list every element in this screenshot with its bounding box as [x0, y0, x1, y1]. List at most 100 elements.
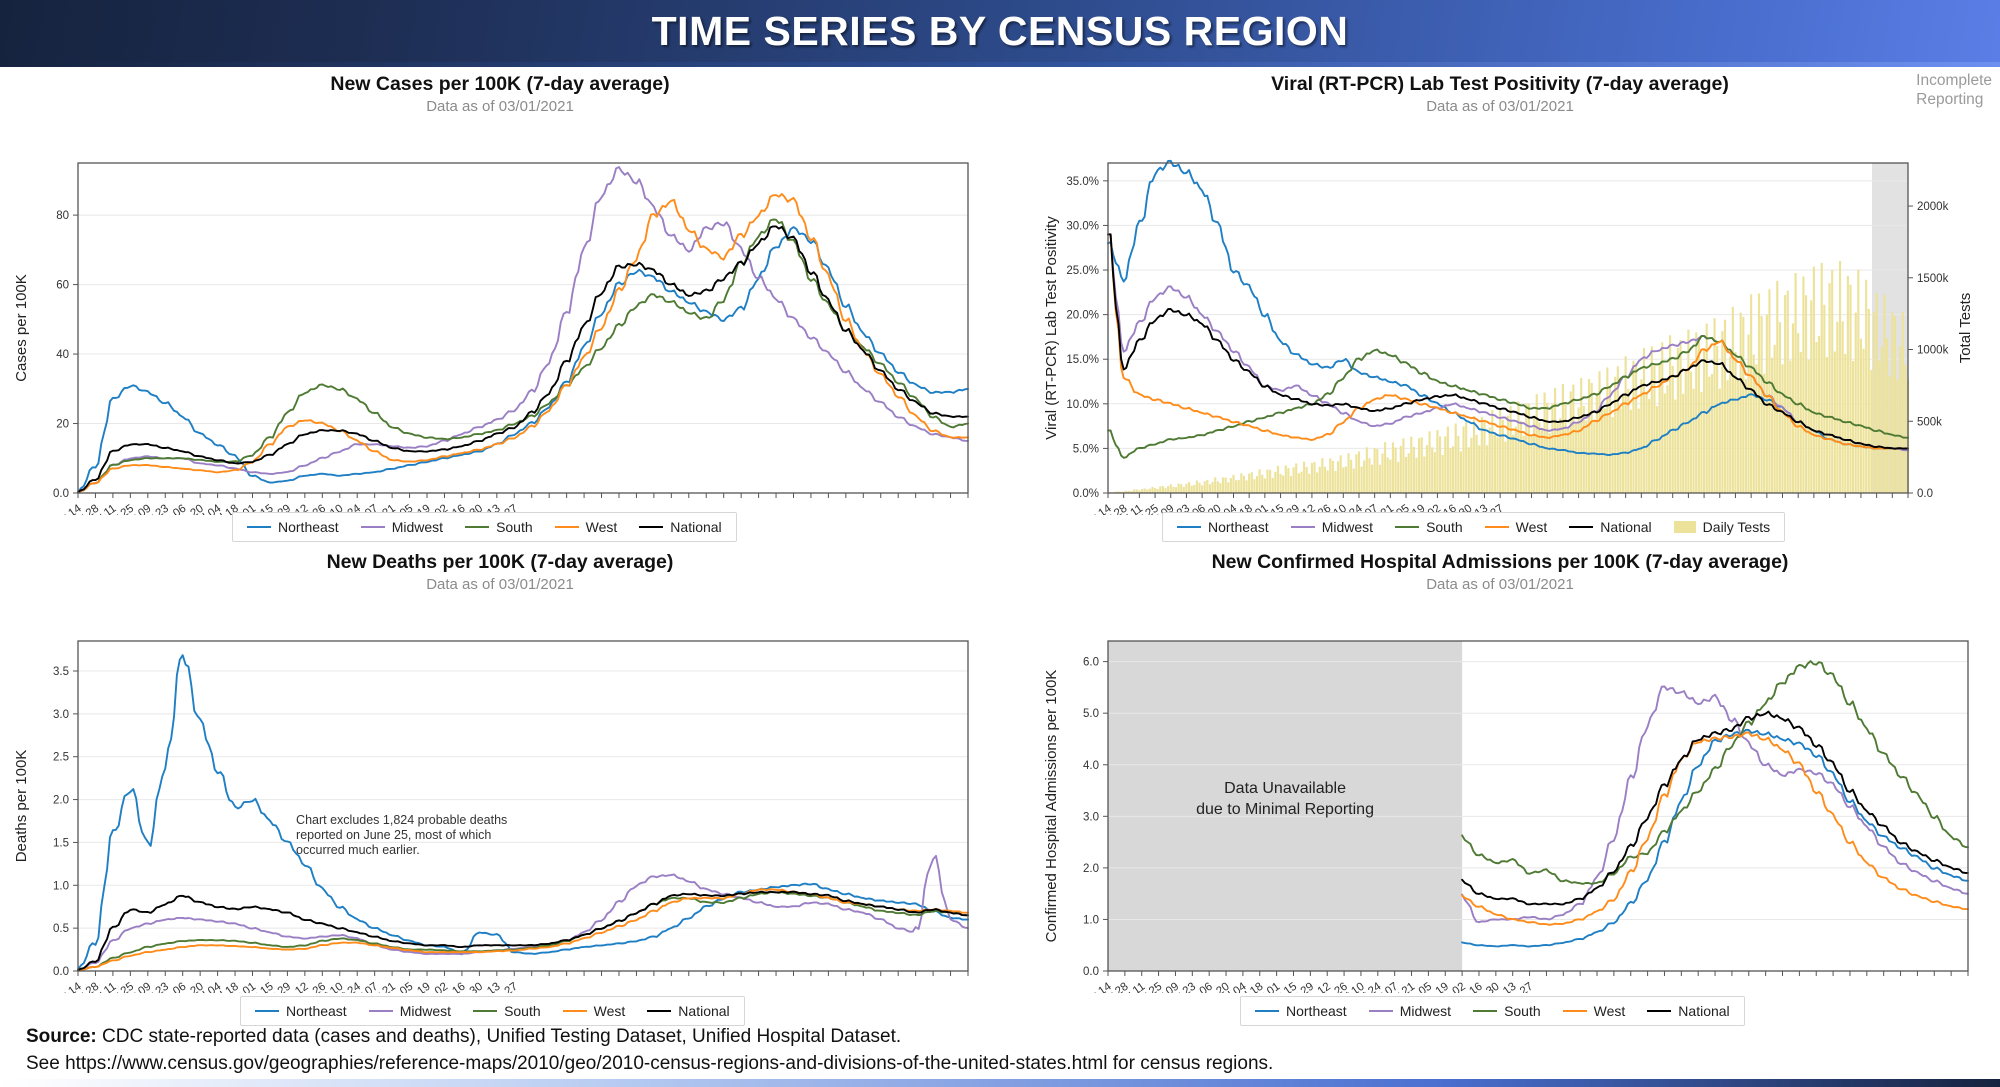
legend-item-midwest[interactable]: Midwest — [1368, 1003, 1451, 1019]
daily-tests-bar — [1470, 438, 1473, 494]
legend-label: West — [1515, 519, 1548, 535]
legend-item-south[interactable]: South — [465, 519, 533, 535]
legend-item-west[interactable]: West — [1484, 519, 1548, 535]
daily-tests-bar — [1237, 480, 1240, 494]
daily-tests-bar — [1297, 473, 1300, 494]
legend-item-national[interactable]: National — [639, 519, 722, 535]
y-tick-label: 35.0% — [1066, 176, 1099, 188]
daily-tests-bar — [1867, 309, 1870, 494]
series-line-national — [77, 891, 969, 972]
legend-item-west[interactable]: West — [1562, 1003, 1626, 1019]
daily-tests-bar — [1846, 276, 1849, 494]
daily-tests-bar — [1300, 472, 1303, 494]
daily-tests-bar — [1412, 447, 1415, 494]
daily-tests-bar — [1522, 436, 1525, 494]
daily-tests-bar — [1454, 423, 1457, 494]
legend-item-midwest[interactable]: Midwest — [360, 519, 443, 535]
source-label: Source: — [26, 1026, 97, 1047]
legend-label: South — [1504, 1003, 1541, 1019]
legend-item-northeast[interactable]: Northeast — [247, 519, 339, 535]
legend-item-daily-tests[interactable]: Daily Tests — [1673, 519, 1770, 535]
footer-divider — [0, 1079, 2000, 1087]
daily-tests-bar — [1642, 348, 1646, 494]
daily-tests-bar — [1752, 354, 1755, 494]
daily-tests-bar — [1221, 477, 1225, 494]
legend-line-icon — [247, 526, 271, 528]
daily-tests-bar — [1825, 357, 1829, 494]
legend-item-northeast[interactable]: Northeast — [255, 1003, 347, 1019]
y-tick-label: 0.0 — [1083, 966, 1099, 978]
chart-legend: Northeast Midwest South West National — [240, 996, 745, 1026]
daily-tests-bar — [1143, 488, 1146, 494]
legend-item-national[interactable]: National — [1569, 519, 1652, 535]
daily-tests-bar — [1849, 285, 1852, 494]
chart-annotation: Chart excludes 1,824 probable deaths — [296, 814, 507, 828]
daily-tests-bar — [1768, 289, 1771, 494]
daily-tests-bar — [1284, 465, 1287, 494]
y-tick-label: 40 — [56, 349, 69, 361]
legend-line-icon — [1255, 1010, 1279, 1012]
legend-item-northeast[interactable]: Northeast — [1255, 1003, 1347, 1019]
daily-tests-bar — [1567, 429, 1570, 494]
daily-tests-bar — [1180, 484, 1183, 494]
legend-label: Northeast — [286, 1003, 347, 1019]
daily-tests-bar — [1650, 346, 1653, 494]
daily-tests-bar — [1397, 462, 1400, 494]
daily-tests-bar — [1514, 427, 1517, 494]
daily-tests-bar — [1373, 448, 1376, 494]
daily-tests-bar — [1501, 420, 1504, 494]
legend-item-south[interactable]: South — [1473, 1003, 1541, 1019]
daily-tests-bar — [1216, 481, 1219, 494]
daily-tests-bar — [1760, 316, 1763, 494]
daily-tests-bar — [1841, 321, 1844, 494]
daily-tests-bar — [1323, 467, 1327, 494]
legend-line-icon — [647, 1010, 672, 1012]
legend-item-national[interactable]: National — [1647, 1003, 1730, 1019]
daily-tests-bar — [1726, 380, 1729, 494]
daily-tests-bar — [1828, 283, 1831, 494]
daily-tests-bar — [1368, 458, 1371, 494]
daily-tests-bar — [1232, 475, 1235, 494]
y-tick-label: 5.0 — [1083, 709, 1099, 721]
daily-tests-bar — [1206, 480, 1209, 494]
daily-tests-bar — [1512, 435, 1515, 494]
daily-tests-bar — [1350, 460, 1353, 494]
legend-line-icon — [1484, 526, 1509, 528]
legend-item-west[interactable]: West — [562, 1003, 625, 1019]
daily-tests-bar — [1703, 349, 1706, 494]
legend-item-midwest[interactable]: Midwest — [1290, 519, 1374, 535]
daily-tests-bar — [1444, 436, 1447, 494]
daily-tests-bar — [1637, 409, 1640, 494]
daily-tests-bar — [1164, 488, 1167, 494]
daily-tests-bar — [1773, 345, 1776, 494]
legend-label: West — [1593, 1003, 1626, 1019]
daily-tests-bar — [1177, 483, 1180, 494]
daily-tests-bar — [1344, 466, 1347, 494]
legend-label: National — [1678, 1003, 1730, 1019]
daily-tests-bar — [1747, 335, 1750, 494]
y2-axis-title: Total Tests — [1957, 293, 1974, 364]
daily-tests-bar — [1415, 458, 1418, 494]
daily-tests-bar — [1303, 462, 1306, 494]
daily-tests-bar — [1214, 477, 1217, 494]
daily-tests-bar — [1174, 487, 1178, 494]
daily-tests-bar — [1289, 476, 1293, 494]
chart-legend: Northeast Midwest South West National — [232, 512, 737, 542]
legend-label: Midwest — [1321, 519, 1374, 535]
legend-swatch-icon — [1673, 521, 1696, 533]
daily-tests-bar — [1580, 378, 1583, 494]
legend-item-west[interactable]: West — [554, 519, 617, 535]
legend-item-northeast[interactable]: Northeast — [1177, 519, 1269, 535]
legend-item-south[interactable]: South — [473, 1003, 541, 1019]
daily-tests-bar — [1865, 280, 1868, 494]
legend-item-national[interactable]: National — [647, 1003, 730, 1019]
daily-tests-bar — [1883, 295, 1886, 494]
legend-item-midwest[interactable]: Midwest — [368, 1003, 451, 1019]
panel-hospital-admissions: New Confirmed Hospital Admissions per 10… — [1000, 550, 2000, 1010]
daily-tests-bar — [1203, 481, 1206, 494]
legend-item-south[interactable]: South — [1395, 519, 1463, 535]
y-tick-label: 20 — [56, 419, 69, 431]
panel-test-positivity: Viral (RT-PCR) Lab Test Positivity (7-da… — [1000, 72, 2000, 532]
daily-tests-bar — [1313, 462, 1316, 494]
legend-label: Northeast — [1208, 519, 1269, 535]
